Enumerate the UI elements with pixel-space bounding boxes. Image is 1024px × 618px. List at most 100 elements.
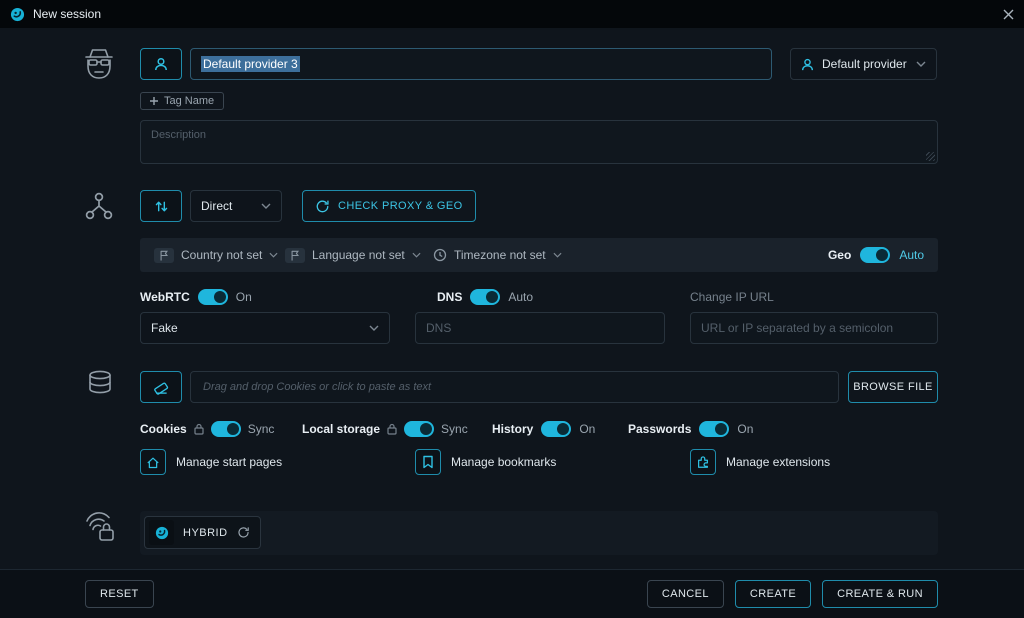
chevron-down-icon xyxy=(269,252,278,258)
geo-toggle[interactable] xyxy=(860,247,890,263)
check-proxy-label: CHECK PROXY & GEO xyxy=(338,200,463,212)
profile-section-icon xyxy=(79,44,119,82)
description-field-wrap xyxy=(140,120,938,164)
change-ip-label: Change IP URL xyxy=(690,290,774,304)
fingerprint-section-icon xyxy=(81,508,119,546)
manage-row: Manage start pages Manage bookmarks Mana… xyxy=(140,449,938,475)
chevron-down-icon xyxy=(553,252,562,258)
history-state: On xyxy=(579,422,595,436)
country-dropdown[interactable]: Country not set xyxy=(154,238,278,272)
language-dropdown[interactable]: Language not set xyxy=(285,238,421,272)
chevron-down-icon xyxy=(412,252,421,258)
chevron-down-icon xyxy=(261,203,271,209)
paste-cookies-button[interactable] xyxy=(140,371,182,403)
geo-strip: Country not set Language not set Timezon… xyxy=(140,238,938,272)
browse-file-button[interactable]: BROWSE FILE xyxy=(848,371,938,403)
brand-logo-icon xyxy=(149,520,174,545)
passwords-toggle[interactable] xyxy=(699,421,729,437)
cookies-label: Cookies xyxy=(140,422,187,436)
description-input[interactable] xyxy=(140,120,938,164)
dns-group: DNS Auto xyxy=(437,288,533,306)
geo-label: Geo xyxy=(828,248,851,262)
history-group: History On xyxy=(492,420,595,438)
provider-dropdown[interactable]: Default provider xyxy=(790,48,937,80)
network-labels-row: WebRTC On DNS Auto Change IP URL xyxy=(140,288,938,306)
history-label: History xyxy=(492,422,533,436)
passwords-group: Passwords On xyxy=(628,420,753,438)
cookies-group: Cookies Sync xyxy=(140,420,274,438)
dns-toggle[interactable] xyxy=(470,289,500,305)
data-section-icon xyxy=(86,369,114,399)
regenerate-icon xyxy=(237,526,250,539)
add-tag-button[interactable]: Tag Name xyxy=(140,92,224,110)
geo-state: Auto xyxy=(899,248,924,262)
browse-file-label: BROWSE FILE xyxy=(853,381,933,393)
new-session-dialog: New session xyxy=(0,0,1024,618)
cookies-state: Sync xyxy=(248,422,275,436)
proxy-mode-label: Direct xyxy=(201,199,232,213)
dns-input[interactable] xyxy=(415,312,665,344)
local-storage-group: Local storage Sync xyxy=(302,420,468,438)
profile-avatar-button[interactable] xyxy=(140,48,182,80)
dns-state: Auto xyxy=(508,290,533,304)
language-label: Language not set xyxy=(312,248,405,262)
cookies-dropzone[interactable]: Drag and drop Cookies or click to paste … xyxy=(190,371,839,403)
close-icon[interactable] xyxy=(1003,9,1014,20)
plus-icon xyxy=(150,97,158,105)
provider-dropdown-label: Default provider xyxy=(822,57,907,71)
webrtc-mode-dropdown[interactable]: Fake xyxy=(140,312,390,344)
fingerprint-panel: HYBRID xyxy=(140,511,938,555)
create-button[interactable]: CREATE xyxy=(735,580,811,608)
check-proxy-button[interactable]: CHECK PROXY & GEO xyxy=(302,190,476,222)
home-icon xyxy=(140,449,166,475)
local-storage-toggle[interactable] xyxy=(404,421,434,437)
history-toggle[interactable] xyxy=(541,421,571,437)
webrtc-mode-label: Fake xyxy=(151,321,178,335)
add-tag-label: Tag Name xyxy=(164,95,214,107)
manage-start-pages-button[interactable]: Manage start pages xyxy=(140,449,282,475)
cancel-label: CANCEL xyxy=(662,588,709,600)
lock-icon xyxy=(387,423,397,435)
session-name-value: Default provider 3 xyxy=(201,56,300,72)
session-name-input[interactable]: Default provider 3 xyxy=(190,48,772,80)
create-and-run-button[interactable]: CREATE & RUN xyxy=(822,580,938,608)
reset-button[interactable]: RESET xyxy=(85,580,154,608)
local-storage-label: Local storage xyxy=(302,422,380,436)
create-and-run-label: CREATE & RUN xyxy=(837,588,923,600)
change-ip-group: Change IP URL xyxy=(690,288,774,306)
manage-start-pages-label: Manage start pages xyxy=(176,455,282,469)
country-label: Country not set xyxy=(181,248,262,262)
clock-icon xyxy=(433,248,447,262)
person-icon xyxy=(801,58,814,71)
storage-toggles-row: Cookies Sync Local storage Sync History … xyxy=(140,420,938,438)
footer-bar: RESET CANCEL CREATE CREATE & RUN xyxy=(0,569,1024,618)
change-ip-url-input[interactable] xyxy=(690,312,938,344)
proxy-mode-dropdown[interactable]: Direct xyxy=(190,190,282,222)
refresh-icon xyxy=(315,199,330,214)
flag-icon xyxy=(154,248,174,263)
cookies-toggle[interactable] xyxy=(211,421,241,437)
webrtc-toggle[interactable] xyxy=(198,289,228,305)
timezone-dropdown[interactable]: Timezone not set xyxy=(433,238,562,272)
manage-bookmarks-button[interactable]: Manage bookmarks xyxy=(415,449,556,475)
flag-icon xyxy=(285,248,305,263)
person-icon xyxy=(154,57,168,71)
passwords-state: On xyxy=(737,422,753,436)
puzzle-icon xyxy=(690,449,716,475)
cancel-button[interactable]: CANCEL xyxy=(647,580,724,608)
network-inputs-row: Fake xyxy=(140,312,938,344)
geo-toggle-group: Geo Auto xyxy=(828,238,924,272)
dns-label: DNS xyxy=(437,290,462,304)
local-storage-state: Sync xyxy=(441,422,468,436)
passwords-label: Passwords xyxy=(628,422,691,436)
chevron-down-icon xyxy=(916,61,926,67)
fingerprint-mode-button[interactable]: HYBRID xyxy=(144,516,261,549)
eraser-icon xyxy=(153,379,169,395)
proxy-type-button[interactable] xyxy=(140,190,182,222)
webrtc-group: WebRTC On xyxy=(140,288,252,306)
bookmark-icon xyxy=(415,449,441,475)
proxy-section-icon xyxy=(84,191,114,221)
manage-extensions-button[interactable]: Manage extensions xyxy=(690,449,830,475)
webrtc-label: WebRTC xyxy=(140,290,190,304)
manage-bookmarks-label: Manage bookmarks xyxy=(451,455,556,469)
